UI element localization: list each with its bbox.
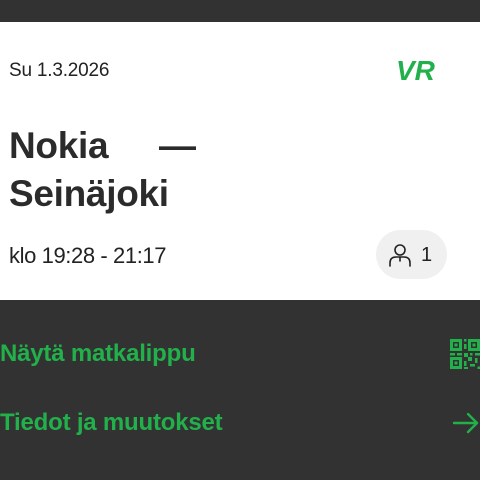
details-and-changes-label: Tiedot ja muutokset [0, 409, 223, 436]
vr-logo: VR [396, 55, 450, 86]
route-separator: — [159, 125, 196, 166]
show-ticket-button[interactable]: Näytä matkalippu [0, 329, 480, 379]
travel-time: klo 19:28 - 21:17 [9, 243, 167, 268]
route-origin: Nokia [9, 125, 109, 166]
show-ticket-label: Näytä matkalippu [0, 340, 196, 367]
passenger-count-badge[interactable]: 1 [376, 230, 447, 279]
ticket-date: Su 1.3.2026 [9, 60, 110, 81]
vr-logo-text: VR [396, 56, 436, 86]
person-icon [387, 242, 413, 268]
qr-code-icon [450, 339, 480, 369]
details-and-changes-button[interactable]: Tiedot ja muutokset [0, 398, 480, 448]
route-destination: Seinäjoki [9, 173, 169, 214]
arrow-right-icon [451, 408, 480, 438]
passenger-count: 1 [421, 244, 433, 266]
